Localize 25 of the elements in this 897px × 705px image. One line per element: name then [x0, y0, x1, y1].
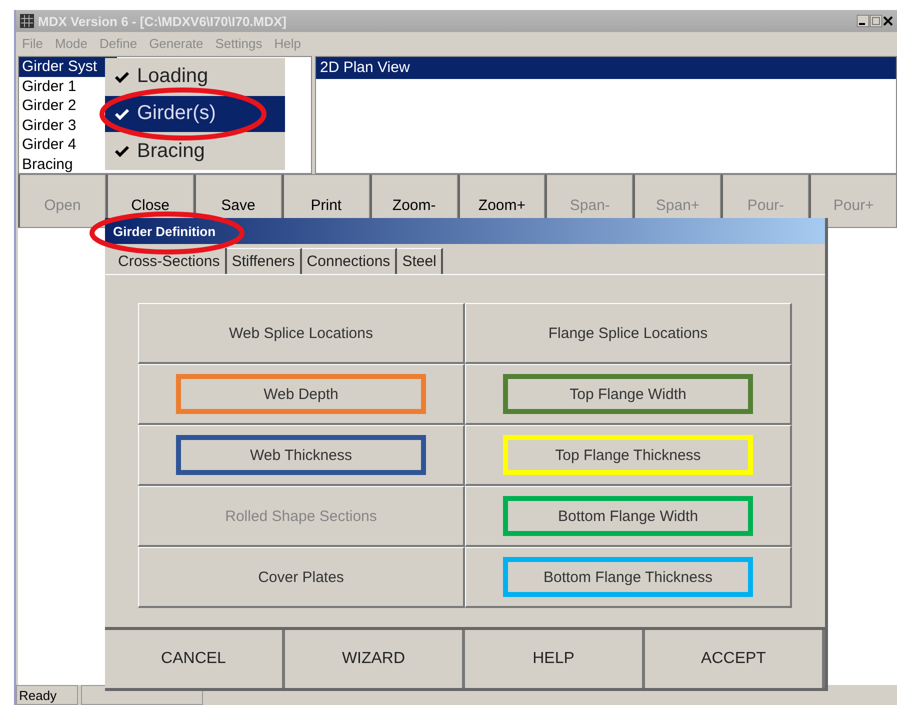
section-button[interactable]: Top Flange Width	[503, 374, 753, 414]
option-label: Loading	[137, 65, 208, 88]
section-button[interactable]: Web Splice Locations	[176, 313, 426, 353]
grid-icon	[20, 14, 34, 28]
status-text: Ready	[16, 685, 78, 705]
option-label: Bracing	[137, 140, 205, 163]
section-button[interactable]: Flange Splice Locations	[503, 313, 753, 353]
tab[interactable]: Stiffeners	[226, 248, 302, 274]
view-header: 2D Plan View	[316, 57, 896, 79]
close-icon[interactable]	[883, 15, 893, 27]
menu-option[interactable]: Bracing	[105, 133, 285, 170]
dialog-title: Girder Definition	[105, 218, 825, 244]
option-label: Girder(s)	[137, 102, 216, 126]
tab[interactable]: Steel	[397, 248, 444, 274]
section-button[interactable]: Web Thickness	[176, 435, 426, 475]
section-button[interactable]: Cover Plates	[176, 557, 426, 597]
section-button[interactable]: Web Depth	[176, 374, 426, 414]
window-title: MDX Version 6 - [C:\MDXV6\I70\I70.MDX]	[38, 14, 288, 28]
tab[interactable]: Connections	[302, 248, 398, 274]
maximize-icon[interactable]	[870, 15, 882, 27]
section-button[interactable]: Bottom Flange Width	[503, 496, 753, 536]
minimize-icon[interactable]	[857, 15, 869, 27]
section-button[interactable]: Bottom Flange Thickness	[503, 557, 753, 597]
section-button[interactable]: Top Flange Thickness	[503, 435, 753, 475]
menu-option[interactable]: Girder(s)	[105, 96, 285, 132]
